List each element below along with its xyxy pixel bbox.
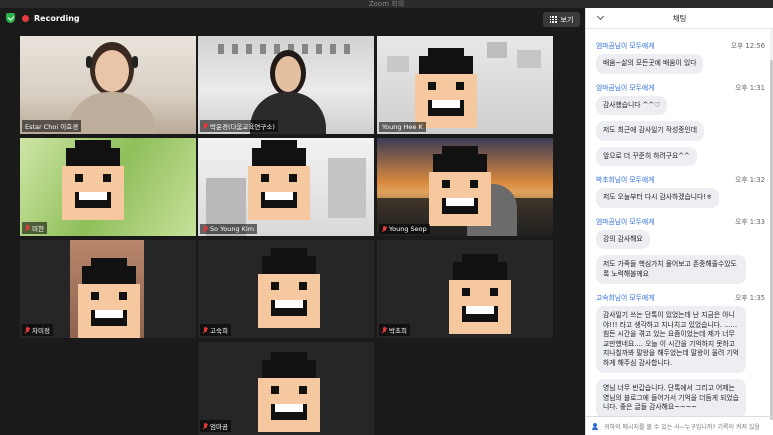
participant-name-tag: 고숙희 <box>200 324 231 336</box>
participant-tile[interactable]: 박윤경(다움교육연구소) <box>198 36 374 134</box>
participant-name: Estar Choi 이효경 <box>25 123 79 131</box>
avatar <box>258 352 320 432</box>
recording-dot-icon <box>22 14 29 22</box>
message-time: 오후 1:33 <box>735 217 765 226</box>
message-header: 엄마곰님이 모두에게 오후 1:31 <box>596 82 765 92</box>
mic-muted-icon <box>382 225 387 233</box>
message-time: 오후 1:31 <box>735 83 765 92</box>
avatar <box>62 140 124 220</box>
participant-name: Young Seop <box>389 225 427 233</box>
message-header: 박초희님이 모두에게 오후 1:32 <box>596 174 765 184</box>
grid-icon <box>549 16 557 23</box>
message-bubble: 영님 너무 반갑습니다. 단톡에서 그리고 어제는 영님의 블로그에 들어가서 … <box>596 379 746 416</box>
avatar <box>258 248 320 328</box>
message-time: 오후 1:32 <box>735 176 765 185</box>
chat-panel: 채팅 엄마곰님이 모두에게 오후 12:56 배움~삶의 모든곳에 배움이 있다 … <box>585 8 773 435</box>
avatar <box>429 146 491 226</box>
avatar <box>248 140 310 220</box>
participant-tile[interactable]: Young Seop <box>377 138 553 236</box>
participant-name-tag: Estar Choi 이효경 <box>22 120 82 132</box>
participant-name: So Young Kim <box>210 225 255 233</box>
mic-muted-icon <box>25 326 30 334</box>
video-gallery: Recording 보기 Estar Choi 이효경 박윤경(다움교육연구소) <box>0 8 585 435</box>
chat-title: 채팅 <box>672 13 687 23</box>
participant-tile[interactable]: 고숙희 <box>198 240 374 338</box>
participant-name: 박윤경(다움교육연구소) <box>210 123 275 131</box>
message-header: 엄마곰님이 모두에게 오후 12:56 <box>596 40 765 50</box>
chat-input-placeholder: 귀하의 메시지를 볼 수 있는 사~누구입니까? 기록이 켜져 있음 <box>604 423 760 431</box>
mic-muted-icon <box>203 122 208 130</box>
message-header: 고숙희님이 모두에게 오후 1:35 <box>596 292 765 302</box>
participant-name: 차미정 <box>32 327 50 335</box>
participant-name-tag: Young Hee K <box>379 122 426 132</box>
participant-tile[interactable]: Young Hee K <box>377 36 553 134</box>
message-sender: 엄마곰님이 모두에게 <box>596 42 655 50</box>
mic-muted-icon <box>203 422 208 430</box>
participant-name-tag: 박초희 <box>379 324 410 336</box>
chat-messages: 엄마곰님이 모두에게 오후 12:56 배움~삶의 모든곳에 배움이 있다 엄마곰… <box>586 30 773 416</box>
message-sender: 박초희님이 모두에게 <box>596 176 655 185</box>
chat-input[interactable]: 귀하의 메시지를 볼 수 있는 사~누구입니까? 기록이 켜져 있음 <box>586 416 773 435</box>
message-bubble: 강의 감사해요 <box>596 229 650 250</box>
mic-muted-icon <box>382 326 387 334</box>
participant-name: Young Hee K <box>382 123 423 131</box>
message-time: 오후 12:56 <box>730 42 765 50</box>
participant-tile[interactable]: 엄마곰 <box>198 342 374 435</box>
message-time: 오후 1:35 <box>735 294 765 303</box>
participant-name: 박초희 <box>389 327 407 335</box>
participant-name-tag: Young Seop <box>379 224 430 234</box>
message-header: 엄마곰님이 모두에게 오후 1:33 <box>596 216 765 226</box>
recording-indicator: Recording <box>6 13 80 23</box>
message-bubble: 저도 최근에 감사일기 작성중인데 <box>596 121 705 141</box>
view-button[interactable]: 보기 <box>543 12 580 27</box>
message-sender: 엄마곰님이 모두에게 <box>596 83 655 92</box>
participants-icon[interactable] <box>592 422 600 430</box>
participant-tile[interactable]: 박초희 <box>377 240 553 338</box>
participant-tile[interactable]: Estar Choi 이효경 <box>20 36 196 134</box>
message-bubble: 저도 오늘부터 다시 감사하겠습니다!ㅎ <box>596 188 720 208</box>
mic-muted-icon <box>203 326 208 334</box>
participant-tile[interactable]: 차미정 <box>20 240 196 338</box>
participant-tile[interactable]: 미현 <box>20 138 196 236</box>
message-sender: 엄마곰님이 모두에게 <box>596 217 655 226</box>
avatar <box>449 254 511 334</box>
participant-name: 엄마곰 <box>210 423 228 431</box>
participant-tile[interactable]: So Young Kim <box>198 138 374 236</box>
message-sender: 고숙희님이 모두에게 <box>596 294 655 303</box>
participant-name: 미현 <box>32 225 44 233</box>
recording-label: Recording <box>34 13 80 23</box>
message-bubble: 앞으로 더 꾸준히 하려구요^^ <box>596 146 697 167</box>
avatar <box>78 258 140 338</box>
window-titlebar: Zoom 회의 <box>0 0 773 8</box>
mic-muted-icon <box>25 224 30 232</box>
security-shield-icon[interactable] <box>6 13 15 23</box>
participant-name-tag: So Young Kim <box>200 224 258 234</box>
participant-name-tag: 박윤경(다움교육연구소) <box>200 120 278 132</box>
message-bubble: 감사했습니다 ^^♡ <box>596 95 668 116</box>
participant-name-tag: 차미정 <box>22 324 53 336</box>
message-bubble: 배움~삶의 모든곳에 배움이 있다 <box>596 54 704 74</box>
view-button-label: 보기 <box>560 15 574 24</box>
mic-muted-icon <box>203 225 208 233</box>
participant-name-tag: 미현 <box>22 222 47 234</box>
chevron-down-icon[interactable] <box>596 12 605 21</box>
avatar <box>415 48 477 128</box>
message-bubble: 저도 가족들 핵심가치 물어보고 존중해줄수있도록 노력해볼께요 <box>596 255 746 285</box>
participant-name-tag: 엄마곰 <box>200 420 231 432</box>
chat-header: 채팅 <box>586 8 773 29</box>
participant-name: 고숙희 <box>210 327 228 335</box>
message-bubble: 감사일기 쓰는 단톡이 있었는데 난 지금은 아니야!!! 라고 생각하고 지나… <box>596 306 746 374</box>
